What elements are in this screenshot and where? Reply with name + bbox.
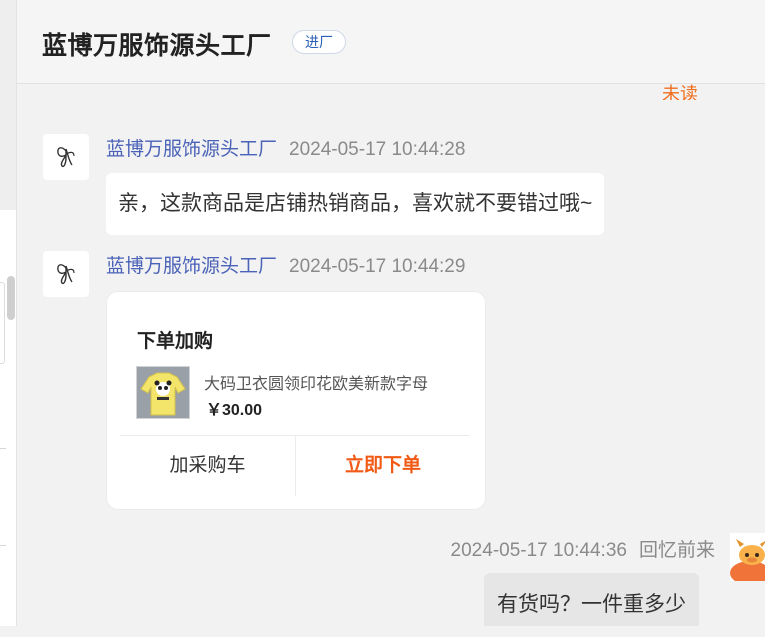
shop-avatar[interactable]: [43, 134, 89, 180]
enter-factory-tag[interactable]: 进厂: [292, 30, 346, 54]
sender-name[interactable]: 蓝博万服饰源头工厂: [106, 139, 277, 160]
message-time: 2024-05-17 10:44:28: [289, 139, 466, 160]
message-bubble-outgoing[interactable]: 有货吗？一件重多少: [484, 573, 699, 626]
product-price: ￥30.00: [206, 402, 263, 419]
left-panel-divider: [0, 545, 6, 546]
left-panel-header-block: [0, 0, 16, 210]
unread-status: 未读: [662, 84, 698, 100]
left-panel-edge: [0, 0, 17, 626]
butterfly-logo-icon: [57, 264, 75, 285]
message-time: 2024-05-17 10:44:36: [450, 540, 627, 561]
chat-window: 蓝博万服饰源头工厂 进厂 未读 蓝博万服饰源头工厂 2024-05-17 10:4…: [17, 0, 765, 626]
card-title: 下单加购: [137, 331, 214, 352]
order-card: 下单加购 大码卫衣圆领印花欧美新款字母 ￥30.00 加采购车 立即下单: [106, 291, 486, 510]
user-avatar[interactable]: [730, 533, 765, 581]
sender-name: 回忆前来: [638, 540, 715, 561]
butterfly-logo-icon: [57, 147, 75, 168]
chat-header: 蓝博万服饰源头工厂 进厂: [17, 0, 765, 84]
product-thumbnail[interactable]: [136, 366, 190, 419]
left-panel-scrollbar[interactable]: [7, 276, 15, 320]
cartoon-avatar-icon: [730, 533, 765, 581]
add-to-cart-button[interactable]: 加采购车: [120, 436, 295, 496]
sender-name[interactable]: 蓝博万服饰源头工厂: [106, 256, 277, 277]
message-meta: 蓝博万服饰源头工厂 2024-05-17 10:44:29: [106, 251, 465, 278]
message-meta: 蓝博万服饰源头工厂 2024-05-17 10:44:28: [106, 134, 465, 161]
buy-now-button[interactable]: 立即下单: [296, 436, 470, 496]
left-panel-item-frame: [0, 282, 5, 364]
shop-title: 蓝博万服饰源头工厂: [42, 32, 272, 60]
product-name[interactable]: 大码卫衣圆领印花欧美新款字母: [204, 370, 428, 394]
message-meta-outgoing: 2024-05-17 10:44:36 回忆前来: [451, 535, 715, 562]
message-time: 2024-05-17 10:44:29: [289, 256, 466, 277]
message-bubble[interactable]: 亲，这款商品是店铺热销商品，喜欢就不要错过哦~: [106, 173, 605, 235]
left-panel-divider: [0, 448, 6, 449]
shop-avatar[interactable]: [43, 251, 89, 297]
sweatshirt-image: [137, 367, 189, 418]
